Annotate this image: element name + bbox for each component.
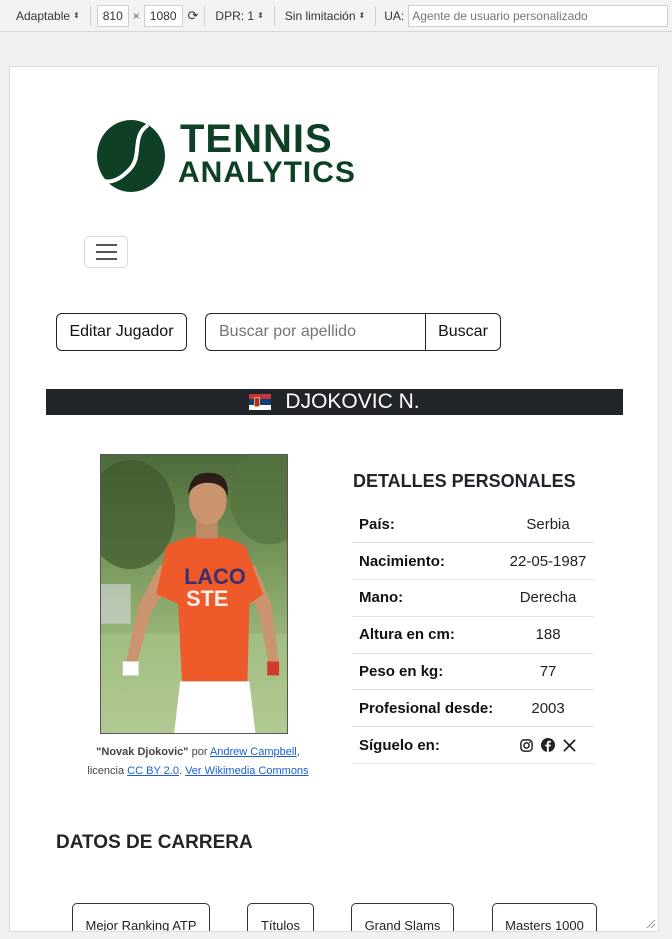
search-input[interactable] [205, 313, 425, 351]
titles-button[interactable]: Títulos [247, 903, 314, 931]
divider [273, 5, 275, 26]
photo-caption: "Novak Djokovic" por Andrew Campbell, li… [72, 743, 324, 781]
masters-1000-button[interactable]: Masters 1000 [492, 903, 597, 931]
player-photo: LACO STE [100, 454, 288, 734]
hamburger-icon [95, 251, 117, 253]
divider [204, 5, 206, 26]
row-value: 188 [502, 616, 594, 654]
dpr-label: DPR: 1 [215, 8, 255, 23]
tennis-ball-icon [97, 120, 165, 192]
logo-wordmark: TENNIS ANALYTICS [178, 117, 356, 189]
hamburger-icon [95, 244, 117, 246]
throttle-label: Sin limitación [284, 8, 356, 23]
row-label: Profesional desde: [352, 689, 503, 728]
row-value: Serbia [502, 506, 594, 544]
social-links [502, 726, 594, 765]
player-name-bar: DJOKOVIC N. [46, 389, 623, 415]
throttle-dropdown[interactable]: Sin limitación ⬍ [281, 9, 369, 23]
caption-title: "Novak Djokovic" [96, 746, 189, 758]
author-link[interactable]: Andrew Campbell [210, 746, 297, 758]
x-icon[interactable] [563, 738, 576, 752]
devtools-toolbar: Adaptable ⬍ 810 × 1080 ⟳ DPR: 1 ⬍ Sin li… [0, 0, 672, 32]
dimension-separator: × [132, 8, 140, 23]
rotate-icon[interactable]: ⟳ [188, 8, 199, 24]
search-form: Buscar [205, 313, 501, 351]
logo-line-1: TENNIS [180, 117, 333, 161]
caption-by: por [191, 746, 208, 758]
personal-details-table: País: Serbia Nacimiento: 22-05-1987 Mano… [352, 506, 594, 765]
caption-license-word: licencia [87, 765, 125, 777]
svg-text:STE: STE [186, 586, 228, 611]
search-button[interactable]: Buscar [425, 313, 501, 351]
row-value: Derecha [502, 579, 594, 617]
table-row: Altura en cm: 188 [352, 616, 594, 654]
best-ranking-button[interactable]: Mejor Ranking ATP [72, 903, 210, 931]
dpr-dropdown[interactable]: DPR: 1 ⬍ [211, 9, 267, 23]
caption-dot: . [178, 765, 183, 777]
menu-toggle-button[interactable] [84, 236, 128, 268]
row-value: 22-05-1987 [502, 542, 594, 581]
table-row: Síguelo en: [352, 726, 594, 765]
row-label: País: [352, 506, 503, 544]
table-row: Nacimiento: 22-05-1987 [352, 542, 594, 581]
divider [375, 5, 377, 26]
row-label: Nacimiento: [352, 542, 503, 581]
page-viewport: TENNIS ANALYTICS Editar Jugador Buscar D… [9, 66, 659, 932]
chevron-updown-icon: ⬍ [257, 11, 264, 20]
device-mode-dropdown[interactable]: Adaptable ⬍ [12, 9, 84, 23]
instagram-icon[interactable] [520, 738, 533, 752]
row-label: Altura en cm: [352, 616, 503, 654]
logo-line-2: ANALYTICS [178, 156, 356, 189]
table-row: Mano: Derecha [352, 579, 594, 617]
details-title: DETALLES PERSONALES [353, 471, 576, 491]
table-row: País: Serbia [352, 506, 594, 544]
row-value: 77 [502, 653, 594, 691]
table-row: Profesional desde: 2003 [352, 689, 594, 728]
serbia-flag-icon [249, 394, 272, 410]
career-title: DATOS DE CARRERA [56, 832, 253, 853]
divider [89, 5, 91, 26]
chevron-updown-icon: ⬍ [73, 11, 80, 20]
caption-comma: , [296, 746, 300, 758]
viewport-width-input[interactable]: 810 [96, 4, 129, 27]
row-label: Peso en kg: [352, 653, 503, 691]
edit-player-button[interactable]: Editar Jugador [56, 313, 187, 351]
site-logo[interactable]: TENNIS ANALYTICS [96, 119, 356, 193]
ua-label: UA: [384, 8, 405, 23]
facebook-icon[interactable] [541, 738, 556, 753]
row-label: Mano: [352, 579, 503, 617]
license-link[interactable]: CC BY 2.0 [127, 765, 179, 777]
wikimedia-link[interactable]: Ver Wikimedia Commons [185, 765, 308, 777]
row-value: 2003 [502, 689, 594, 728]
viewport-height-input[interactable]: 1080 [143, 4, 183, 27]
chevron-updown-icon: ⬍ [358, 11, 366, 20]
table-row: Peso en kg: 77 [352, 653, 594, 691]
hamburger-icon [95, 258, 117, 260]
user-agent-input[interactable] [408, 4, 668, 27]
follow-label: Síguelo en: [352, 726, 503, 765]
grand-slams-button[interactable]: Grand Slams [351, 903, 454, 931]
player-name: DJOKOVIC N. [285, 390, 420, 413]
resize-handle-icon[interactable] [644, 917, 656, 929]
device-mode-label: Adaptable [16, 8, 71, 23]
